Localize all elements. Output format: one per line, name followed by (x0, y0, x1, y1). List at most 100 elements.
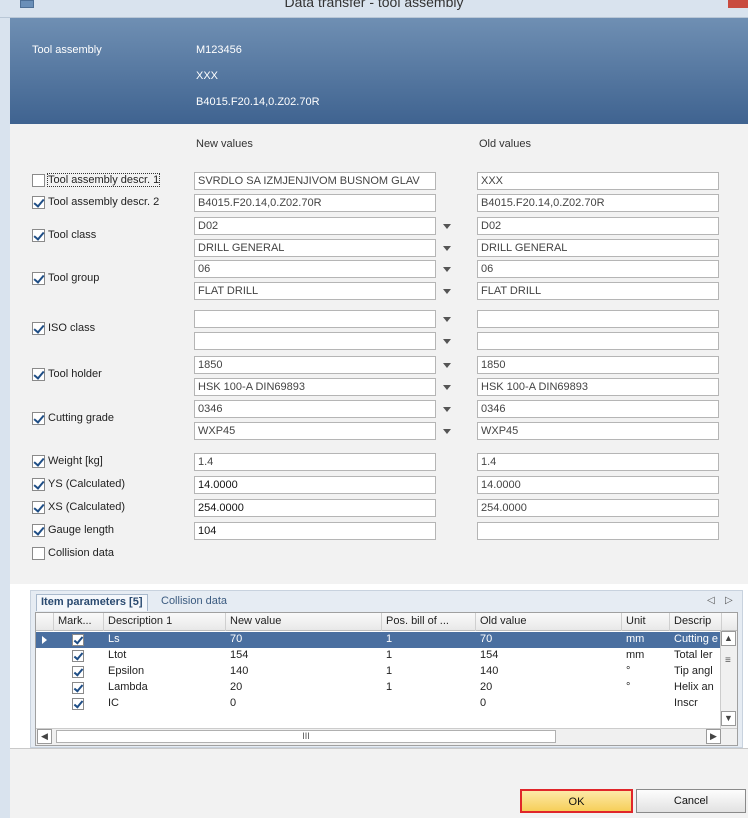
table-row[interactable]: Ltot 154 1 154 mm Total ler (36, 648, 721, 664)
row-checkbox[interactable] (32, 412, 45, 425)
row-checkbox[interactable] (32, 455, 45, 468)
new-value-field[interactable]: 1.4 (194, 453, 436, 471)
grid-vertical-scrollbar[interactable]: ▲ ≡ ▼ (720, 631, 737, 728)
mark-checkbox[interactable] (72, 634, 84, 646)
cell-unit: mm (626, 649, 645, 661)
cell-pos (382, 696, 476, 712)
dropdown-arrow-icon[interactable] (438, 260, 456, 278)
new-value-field[interactable]: SVRDLO SA IZMJENJIVOM BUSNOM GLAV (194, 172, 436, 190)
grid-header-unit[interactable]: Unit (622, 613, 670, 631)
old-value-field: WXP45 (477, 422, 719, 440)
dropdown-arrow-icon[interactable] (438, 332, 456, 350)
new-value-field[interactable]: D02 (194, 217, 436, 235)
grid-header-new-value[interactable]: New value (226, 613, 382, 631)
row-label: Collision data (48, 547, 115, 559)
new-value-field[interactable]: WXP45 (194, 422, 436, 440)
new-value-field[interactable]: DRILL GENERAL (194, 239, 436, 257)
new-value-field[interactable]: 104 (194, 522, 436, 540)
cell-pos: 1 (386, 681, 393, 693)
old-value-field (477, 310, 719, 328)
old-value-field: HSK 100-A DIN69893 (477, 378, 719, 396)
mark-checkbox[interactable] (72, 698, 84, 710)
mark-checkbox[interactable] (72, 682, 84, 694)
row-checkbox[interactable] (32, 229, 45, 242)
table-row[interactable]: Ls 70 1 70 mm Cutting e (36, 632, 721, 648)
dropdown-arrow-icon[interactable] (438, 282, 456, 300)
scroll-thumb[interactable]: III (56, 730, 556, 743)
dropdown-arrow-icon[interactable] (438, 310, 456, 328)
row-checkbox[interactable] (32, 272, 45, 285)
table-row[interactable]: IC 0 0 Inscr (36, 696, 721, 712)
row-label: XS (Calculated) (48, 501, 126, 513)
row-checkbox[interactable] (32, 174, 45, 187)
tab-scroll-left-icon[interactable]: ◁ (707, 595, 715, 606)
old-value-field: D02 (477, 217, 719, 235)
tab-collision-data[interactable]: Collision data (161, 595, 227, 607)
window-title: Data transfer - tool assembly (284, 0, 464, 10)
new-value-field[interactable] (194, 310, 436, 328)
dropdown-arrow-icon[interactable] (438, 239, 456, 257)
scroll-grip-icon[interactable]: ≡ (725, 655, 731, 666)
grid-header-pos-bill[interactable]: Pos. bill of ... (382, 613, 476, 631)
tab-item-parameters[interactable]: Item parameters [5] (36, 594, 148, 611)
grid-header-old-value[interactable]: Old value (476, 613, 622, 631)
scroll-down-icon[interactable]: ▼ (721, 711, 736, 726)
grid-header-descrip[interactable]: Descrip (670, 613, 722, 631)
row-label: Tool assembly descr. 1 (46, 173, 161, 187)
row-checkbox[interactable] (32, 547, 45, 560)
new-value-field[interactable]: HSK 100-A DIN69893 (194, 378, 436, 396)
new-value-field[interactable]: B4015.F20.14,0.Z02.70R (194, 194, 436, 212)
old-value-field: XXX (477, 172, 719, 190)
grid-horizontal-scrollbar[interactable]: ◀ III ▶ (36, 728, 737, 745)
dropdown-arrow-icon[interactable] (438, 217, 456, 235)
dropdown-arrow-icon[interactable] (438, 422, 456, 440)
cell-unit: ° (626, 681, 631, 693)
old-value-field (477, 332, 719, 350)
scroll-up-icon[interactable]: ▲ (721, 631, 736, 646)
row-checkbox[interactable] (32, 322, 45, 335)
new-value-field[interactable]: FLAT DRILL (194, 282, 436, 300)
close-icon[interactable] (728, 0, 748, 8)
dropdown-arrow-icon[interactable] (438, 356, 456, 374)
old-value-field: 1850 (477, 356, 719, 374)
row-checkbox[interactable] (32, 478, 45, 491)
cancel-button[interactable]: Cancel (636, 789, 746, 813)
cell-desc: IC (108, 697, 119, 709)
row-label: Tool holder (48, 368, 102, 380)
cell-descr: Tip angl (674, 665, 713, 677)
new-value-field[interactable] (194, 332, 436, 350)
row-label: Tool class (48, 229, 97, 241)
scroll-right-icon[interactable]: ▶ (706, 729, 721, 744)
row-label: YS (Calculated) (48, 478, 126, 490)
grid-header-description[interactable]: Description 1 (104, 613, 226, 631)
old-value-field: 1.4 (477, 453, 719, 471)
header-label: Tool assembly (32, 44, 102, 56)
scroll-left-icon[interactable]: ◀ (37, 729, 52, 744)
ok-button[interactable]: OK (520, 789, 633, 813)
old-value-field: B4015.F20.14,0.Z02.70R (477, 194, 719, 212)
dropdown-arrow-icon[interactable] (438, 400, 456, 418)
cell-old: 140 (480, 665, 499, 677)
row-checkbox[interactable] (32, 501, 45, 514)
row-checkbox[interactable] (32, 196, 45, 209)
row-checkbox[interactable] (32, 524, 45, 537)
table-row[interactable]: Lambda 20 1 20 ° Helix an (36, 680, 721, 696)
cell-pos: 1 (386, 649, 393, 661)
dropdown-arrow-icon[interactable] (438, 378, 456, 396)
old-value-field: 254.0000 (477, 499, 719, 517)
table-row[interactable]: Epsilon 140 1 140 ° Tip angl (36, 664, 721, 680)
row-checkbox[interactable] (32, 368, 45, 381)
mark-checkbox[interactable] (72, 650, 84, 662)
mark-checkbox[interactable] (72, 666, 84, 678)
tab-scroll-right-icon[interactable]: ▷ (725, 595, 733, 606)
grid-header-mark[interactable]: Mark... (54, 613, 104, 631)
new-value-field[interactable]: 06 (194, 260, 436, 278)
header-value-id: M123456 (196, 44, 242, 56)
new-value-field[interactable]: 0346 (194, 400, 436, 418)
old-values-heading: Old values (479, 138, 531, 150)
new-value-field[interactable]: 1850 (194, 356, 436, 374)
new-value-field[interactable]: 254.0000 (194, 499, 436, 517)
cell-descr: Total ler (674, 649, 713, 661)
cell-descr: Inscr (674, 697, 698, 709)
new-value-field[interactable]: 14.0000 (194, 476, 436, 494)
